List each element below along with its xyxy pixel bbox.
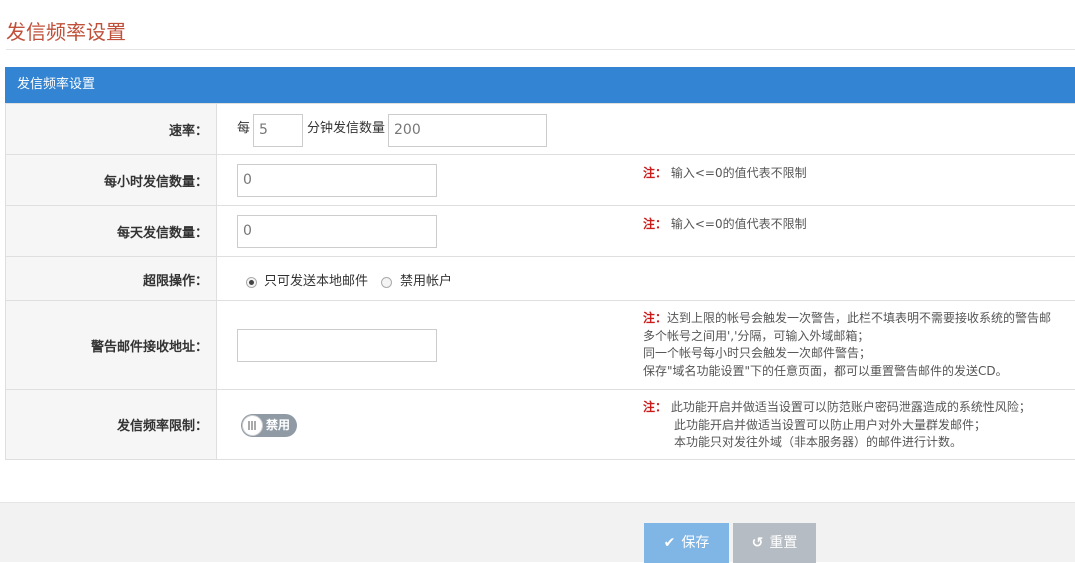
warn-email-note-mark: 注： (643, 311, 667, 325)
hourly-note-text: 输入<=0的值代表不限制 (671, 166, 807, 180)
warn-email-note-line: 多个帐号之间用','分隔，可输入外域邮箱； (643, 328, 1051, 346)
reset-button[interactable]: ↺ 重置 (733, 523, 816, 563)
warn-email-label: 警告邮件接收地址： (6, 301, 217, 390)
daily-note-mark: 注： (643, 217, 667, 231)
warn-email-row: 警告邮件接收地址： 注：达到上限的帐号会触发一次警告，此栏不填表明不需要接收系统… (6, 301, 1075, 390)
freq-limit-note: 注： 此功能开启并做适当设置可以防范账户密码泄露造成的系统性风险； 此功能开启并… (643, 399, 1031, 452)
rate-prefix: 每 (237, 120, 250, 138)
daily-note: 注： 输入<=0的值代表不限制 (643, 216, 807, 234)
toggle-knob-icon (242, 415, 263, 436)
overlimit-option1-radio[interactable] (246, 277, 257, 288)
freq-limit-toggle-label: 禁用 (266, 414, 290, 437)
hourly-note-mark: 注： (643, 166, 667, 180)
freq-limit-note-line: 此功能开启并做适当设置可以防止用户对外大量群发邮件； (643, 417, 1031, 435)
save-button[interactable]: ✔ 保存 (644, 523, 729, 563)
form-footer: ✔ 保存 ↺ 重置 (0, 502, 1075, 562)
warn-email-note-line: 达到上限的帐号会触发一次警告，此栏不填表明不需要接收系统的警告邮 (667, 311, 1051, 325)
rate-row: 速率： 每 5 分钟发信数量 200 (6, 104, 1075, 155)
daily-input[interactable]: 0 (237, 215, 437, 248)
undo-icon: ↺ (752, 523, 764, 563)
freq-limit-row: 发信频率限制： 禁用 注： 此功能开启并做适当设置可以防范账户密码泄露造成的系统… (6, 390, 1075, 460)
hourly-note: 注： 输入<=0的值代表不限制 (643, 165, 807, 183)
rate-count-input[interactable]: 200 (388, 114, 547, 147)
hourly-label: 每小时发信数量： (6, 155, 217, 206)
settings-panel: 发信频率设置 速率： 每 5 分钟发信数量 200 每小时发信数量： 0 注： … (5, 67, 1075, 462)
rate-middle-text: 分钟发信数量 (307, 120, 385, 138)
overlimit-option2-radio[interactable] (381, 277, 392, 288)
freq-limit-note-mark: 注： (643, 400, 667, 414)
overlimit-option2-label[interactable]: 禁用帐户 (400, 273, 452, 291)
freq-limit-note-line: 此功能开启并做适当设置可以防范账户密码泄露造成的系统性风险； (671, 400, 1031, 414)
overlimit-option1-label[interactable]: 只可发送本地邮件 (264, 273, 368, 291)
warn-email-note: 注：达到上限的帐号会触发一次警告，此栏不填表明不需要接收系统的警告邮 多个帐号之… (643, 310, 1051, 380)
overlimit-row: 超限操作： 只可发送本地邮件 禁用帐户 (6, 257, 1075, 301)
hourly-row: 每小时发信数量： 0 注： 输入<=0的值代表不限制 (6, 155, 1075, 206)
rate-label: 速率： (6, 104, 217, 155)
panel-header: 发信频率设置 (5, 67, 1075, 103)
check-icon: ✔ (664, 523, 676, 563)
daily-label: 每天发信数量： (6, 206, 217, 257)
page-title: 发信频率设置 (6, 17, 126, 47)
save-button-label: 保存 (681, 535, 709, 551)
freq-limit-toggle[interactable]: 禁用 (241, 414, 297, 437)
warn-email-note-line: 保存"域名功能设置"下的任意页面，都可以重置警告邮件的发送CD。 (643, 363, 1051, 381)
rate-minutes-input[interactable]: 5 (253, 114, 303, 147)
freq-limit-note-line: 本功能只对发往外域（非本服务器）的邮件进行计数。 (643, 434, 1031, 452)
overlimit-label: 超限操作： (6, 257, 217, 301)
title-divider (6, 49, 1075, 50)
warn-email-note-line: 同一个帐号每小时只会触发一次邮件警告； (643, 345, 1051, 363)
hourly-input[interactable]: 0 (237, 164, 437, 197)
daily-note-text: 输入<=0的值代表不限制 (671, 217, 807, 231)
daily-row: 每天发信数量： 0 注： 输入<=0的值代表不限制 (6, 206, 1075, 257)
reset-button-label: 重置 (769, 535, 797, 551)
warn-email-input[interactable] (237, 329, 437, 362)
freq-limit-label: 发信频率限制： (6, 390, 217, 460)
settings-form: 速率： 每 5 分钟发信数量 200 每小时发信数量： 0 注： 输入<=0的值… (5, 103, 1075, 460)
